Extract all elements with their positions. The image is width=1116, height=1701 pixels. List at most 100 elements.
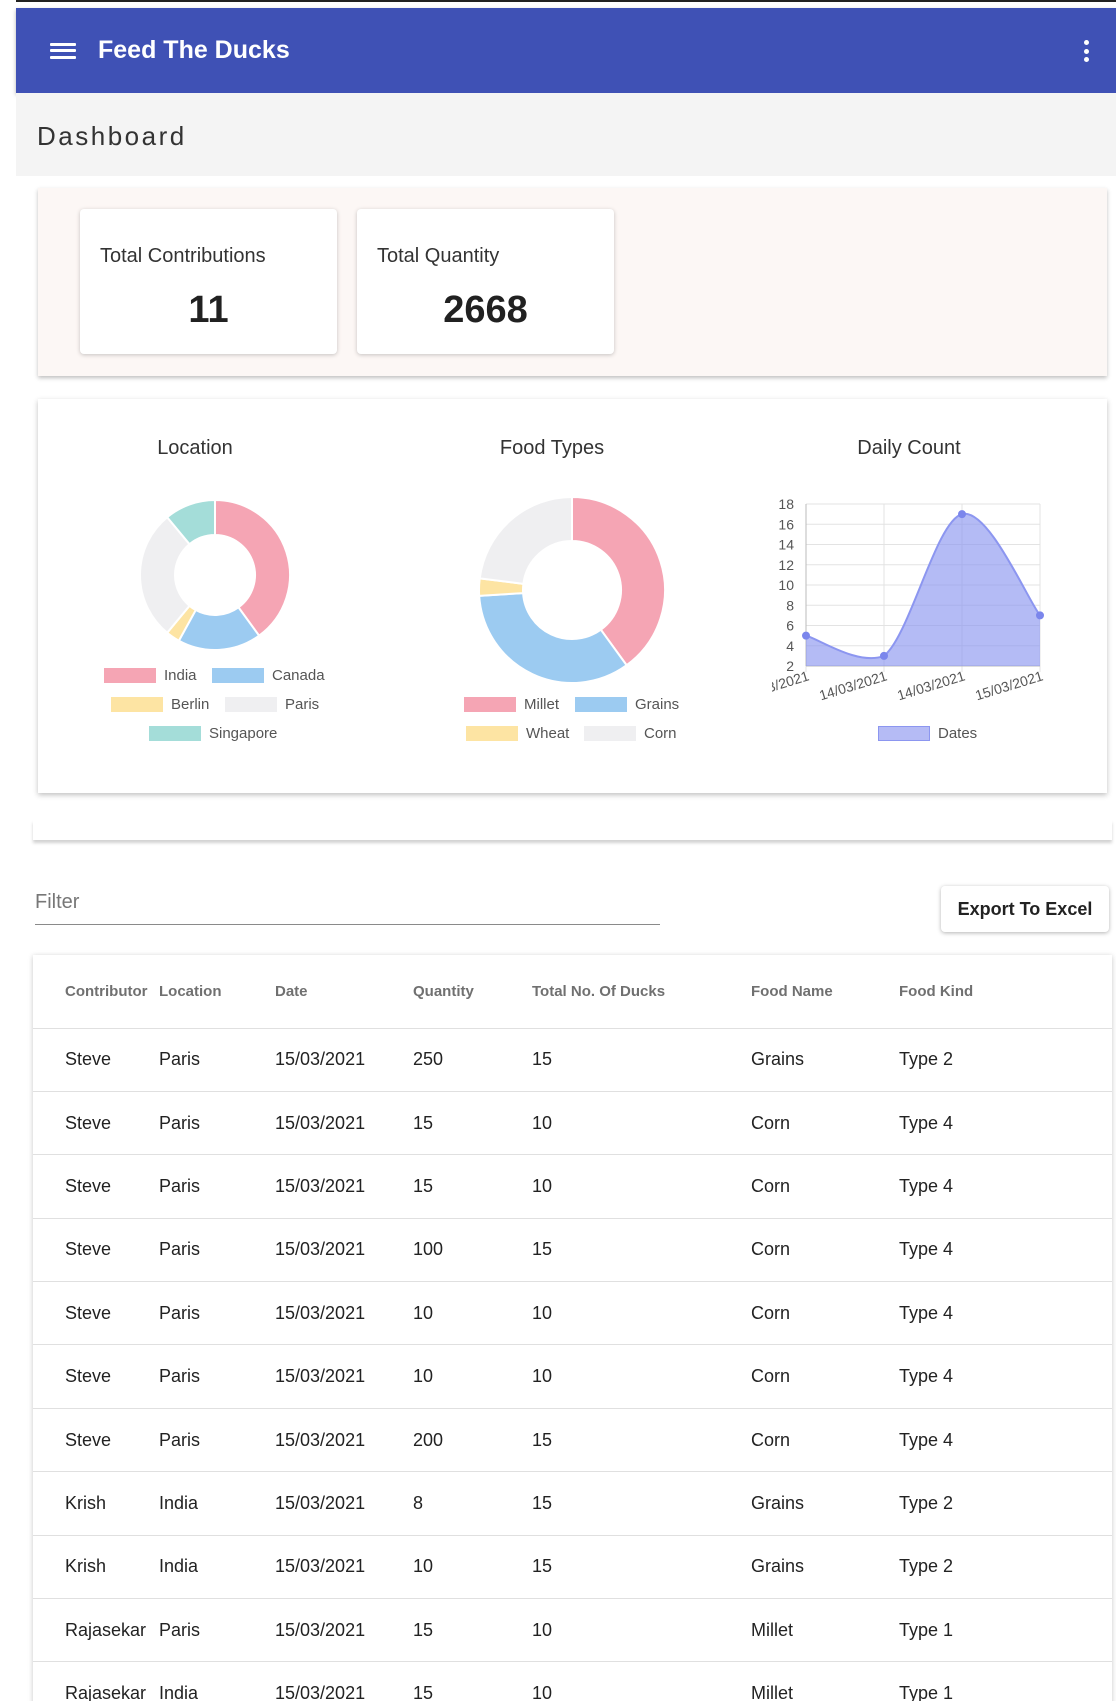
legend-item-singapore[interactable]: Singapore [149,725,277,742]
legend-item-wheat[interactable]: Wheat [466,725,569,742]
cell-date: 15/03/2021 [275,1281,413,1346]
y-tick-label: 10 [778,577,794,593]
page-title: Dashboard [37,121,187,151]
table-row[interactable]: Steve Paris 15/03/2021 10 10 Corn Type 4 [33,1344,1112,1409]
page-header: Dashboard [16,93,1116,176]
cell-total-ducks: 15 [532,1218,751,1283]
export-to-excel-button[interactable]: Export To Excel [941,886,1109,932]
y-tick-label: 4 [786,638,794,654]
column-header-food-name[interactable]: Food Name [751,955,899,1029]
slice-corn[interactable] [478,495,573,585]
cell-location: Paris [159,1028,275,1092]
legend-item-berlin[interactable]: Berlin [111,696,209,713]
stats-panel: Total Contributions 11 Total Quantity 26… [38,188,1107,376]
more-options-icon[interactable] [1082,40,1090,62]
cell-date: 15/03/2021 [275,1091,413,1156]
app-title: Feed The Ducks [98,36,290,64]
data-point[interactable] [802,631,810,640]
legend-item-india[interactable]: India [104,667,197,684]
x-tick-label: 15/03/2021 [973,668,1045,704]
y-tick-label: 6 [786,618,794,634]
column-header-location[interactable]: Location [159,955,275,1029]
table-row[interactable]: Rajasekar Paris 15/03/2021 15 10 Millet Type 1 [33,1598,1112,1663]
table-row[interactable]: Steve Paris 15/03/2021 100 15 Corn Type 4 [33,1218,1112,1283]
cell-food-name: Millet [751,1661,899,1701]
column-header-contributor[interactable]: Contributor [33,955,159,1029]
cell-food-name: Corn [751,1218,899,1283]
table-row[interactable]: Steve Paris 15/03/2021 15 10 Corn Type 4 [33,1154,1112,1219]
cell-contributor: Steve [33,1281,159,1346]
slice-grains[interactable] [478,592,629,684]
legend-item-paris[interactable]: Paris [225,696,319,713]
app-bar: Feed The Ducks [16,0,1116,93]
cell-location: Paris [159,1344,275,1409]
cell-contributor: Steve [33,1091,159,1156]
table-row[interactable]: Steve Paris 15/03/2021 250 15 Grains Type 2 [33,1028,1112,1092]
cell-date: 15/03/2021 [275,1408,413,1473]
legend-item-dates[interactable]: Dates [878,725,977,742]
table-row[interactable]: Krish India 15/03/2021 8 15 Grains Type 2 [33,1471,1112,1536]
legend-item-corn[interactable]: Corn [584,725,677,742]
table-header-row: Contributor Location Date Quantity Total… [33,955,1112,1029]
stat-value: 11 [188,289,229,331]
y-tick-label: 16 [778,516,794,532]
cell-food-kind: Type 4 [899,1408,1112,1473]
table-row[interactable]: Steve Paris 15/03/2021 200 15 Corn Type 4 [33,1408,1112,1473]
data-point[interactable] [880,651,888,660]
column-header-quantity[interactable]: Quantity [413,955,532,1029]
table-row[interactable]: Krish India 15/03/2021 10 15 Grains Type 2 [33,1535,1112,1600]
location-doughnut-chart [139,498,291,651]
table-row[interactable]: Steve Paris 15/03/2021 15 10 Corn Type 4 [33,1091,1112,1156]
cell-location: India [159,1661,275,1701]
cell-location: Paris [159,1408,275,1473]
cell-quantity: 15 [413,1598,532,1663]
cell-food-kind: Type 4 [899,1218,1112,1283]
cell-total-ducks: 10 [532,1661,751,1701]
cell-total-ducks: 15 [532,1408,751,1473]
data-point[interactable] [958,510,966,519]
cell-contributor: Krish [33,1535,159,1600]
cell-food-kind: Type 4 [899,1154,1112,1219]
cell-food-kind: Type 4 [899,1344,1112,1409]
cell-food-name: Corn [751,1408,899,1473]
table-row[interactable]: Rajasekar India 15/03/2021 15 10 Millet Type 1 [33,1661,1112,1701]
cell-contributor: Rajasekar [33,1661,159,1701]
cell-quantity: 10 [413,1535,532,1600]
x-tick-label: 12/03/2021 [772,668,811,704]
contributions-table: Contributor Location Date Quantity Total… [33,955,1112,1701]
column-header-food-kind[interactable]: Food Kind [899,955,1112,1029]
cell-total-ducks: 15 [532,1028,751,1092]
column-header-total-ducks[interactable]: Total No. Of Ducks [532,955,751,1029]
cell-quantity: 200 [413,1408,532,1473]
legend-item-canada[interactable]: Canada [212,667,325,684]
x-tick-label: 14/03/2021 [817,668,889,704]
cell-date: 15/03/2021 [275,1535,413,1600]
cell-contributor: Rajasekar [33,1598,159,1663]
cell-location: India [159,1535,275,1600]
cell-location: Paris [159,1218,275,1283]
x-tick-label: 14/03/2021 [895,668,967,704]
cell-total-ducks: 15 [532,1471,751,1536]
cell-contributor: Steve [33,1154,159,1219]
cell-food-name: Grains [751,1471,899,1536]
cell-food-name: Corn [751,1091,899,1156]
cell-food-name: Grains [751,1535,899,1600]
table-row[interactable]: Steve Paris 15/03/2021 10 10 Corn Type 4 [33,1281,1112,1346]
cell-food-kind: Type 2 [899,1471,1112,1536]
y-tick-label: 18 [778,496,794,512]
cell-quantity: 10 [413,1344,532,1409]
column-header-date[interactable]: Date [275,955,413,1029]
cell-location: Paris [159,1281,275,1346]
cell-contributor: Steve [33,1344,159,1409]
total-quantity-card: Total Quantity 2668 [357,209,614,354]
cell-food-kind: Type 2 [899,1028,1112,1092]
legend-item-millet[interactable]: Millet [464,696,559,713]
data-point[interactable] [1036,611,1044,620]
legend-item-grains[interactable]: Grains [575,696,679,713]
cell-location: Paris [159,1154,275,1219]
menu-icon[interactable] [50,40,76,62]
cell-total-ducks: 10 [532,1344,751,1409]
cell-date: 15/03/2021 [275,1661,413,1701]
filter-input[interactable] [35,882,660,922]
cell-total-ducks: 10 [532,1281,751,1346]
